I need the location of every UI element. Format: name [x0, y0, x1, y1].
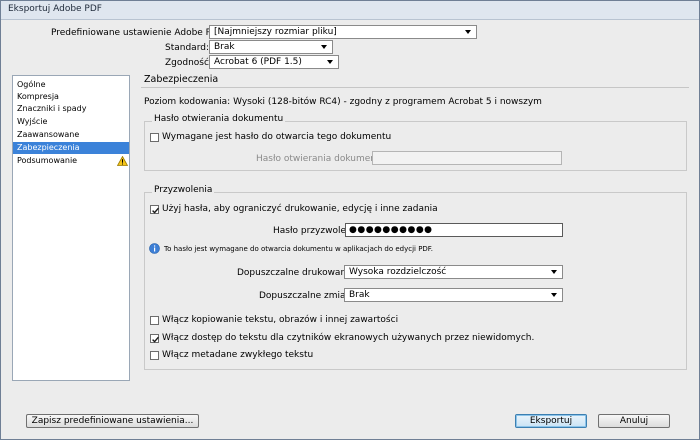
printing-label: Dopuszczalne drukowanie: — [237, 268, 358, 278]
changes-value: Brak — [349, 290, 370, 300]
warning-icon — [117, 156, 128, 166]
printing-dropdown[interactable]: Wysoka rozdzielczość — [344, 265, 563, 279]
sidebar-item-label: Kompresja — [17, 92, 59, 101]
permissions-password-label: Hasło przyzwoleń: — [273, 226, 355, 236]
use-permissions-password-checkbox[interactable] — [150, 205, 159, 214]
enable-metadata-checkbox[interactable] — [150, 351, 159, 360]
open-password-legend: Hasło otwierania dokumentu — [152, 114, 286, 124]
preset-label: Predefiniowane ustawienie Adobe PDF: — [51, 28, 226, 38]
save-preset-button-label: Zapisz predefiniowane ustawienia... — [31, 416, 194, 426]
section-title: Zabezpieczenia — [144, 74, 219, 85]
use-permissions-password-label: Użyj hasła, aby ograniczyć drukowanie, e… — [162, 204, 438, 214]
sidebar-item-output[interactable]: Wyjście — [13, 116, 129, 128]
checkmark-icon — [152, 207, 159, 214]
compat-value: Acrobat 6 (PDF 1.5) — [214, 57, 302, 67]
sidebar-item-label: Znaczniki i spady — [17, 104, 87, 113]
standard-label: Standard: — [165, 43, 209, 53]
export-button[interactable]: Eksportuj — [515, 414, 587, 428]
open-password-field[interactable] — [372, 151, 562, 165]
export-pdf-dialog: Eksportuj Adobe PDF Predefiniowane ustaw… — [0, 0, 700, 440]
compat-dropdown[interactable]: Acrobat 6 (PDF 1.5) — [209, 55, 339, 69]
preset-value: [Najmniejszy rozmiar pliku] — [214, 27, 337, 37]
open-password-field-label: Hasło otwierania dokumentu: — [256, 154, 389, 164]
compat-label: Zgodność: — [165, 58, 212, 68]
enable-copying-checkbox[interactable] — [150, 316, 159, 325]
require-open-password-label: Wymagane jest hasło do otwarcia tego dok… — [162, 132, 392, 142]
cancel-button-label: Anuluj — [619, 416, 649, 426]
permissions-legend: Przyzwolenia — [152, 185, 215, 195]
permissions-group — [144, 192, 687, 370]
info-icon — [149, 243, 160, 254]
sidebar-item-label: Ogólne — [17, 80, 46, 89]
sidebar-item-label: Podsumowanie — [17, 156, 78, 165]
standard-dropdown[interactable]: Brak — [209, 40, 333, 54]
sidebar-item-advanced[interactable]: Zaawansowane — [13, 129, 129, 141]
window-title: Eksportuj Adobe PDF — [8, 4, 102, 14]
enable-screenreader-checkbox[interactable] — [150, 334, 159, 343]
chevron-down-icon — [551, 293, 557, 297]
chevron-down-icon — [327, 60, 333, 64]
checkmark-icon — [152, 336, 159, 343]
sidebar-item-label: Wyjście — [17, 117, 48, 126]
permissions-password-field[interactable]: ●●●●●●●●●● — [345, 223, 563, 237]
sidebar-item-summary[interactable]: Podsumowanie — [13, 155, 129, 167]
permissions-password-value: ●●●●●●●●●● — [349, 225, 433, 235]
changes-dropdown[interactable]: Brak — [344, 288, 563, 302]
title-bar: Eksportuj Adobe PDF — [1, 1, 699, 20]
cancel-button[interactable]: Anuluj — [598, 414, 670, 428]
sidebar-item-marks-bleeds[interactable]: Znaczniki i spady — [13, 103, 129, 115]
require-open-password-checkbox[interactable] — [150, 133, 159, 142]
export-button-label: Eksportuj — [529, 416, 573, 426]
sidebar-item-security[interactable]: Zabezpieczenia — [13, 142, 129, 154]
sidebar-item-label: Zaawansowane — [17, 130, 80, 139]
save-preset-button[interactable]: Zapisz predefiniowane ustawienia... — [26, 414, 199, 428]
permissions-info-text: To hasło jest wymagane do otwarcia dokum… — [164, 245, 433, 253]
printing-value: Wysoka rozdzielczość — [349, 267, 447, 277]
standard-value: Brak — [214, 42, 235, 52]
chevron-down-icon — [551, 270, 557, 274]
enable-copying-label: Włącz kopiowanie tekstu, obrazów i innej… — [162, 315, 399, 325]
enable-metadata-label: Włącz metadane zwykłego tekstu — [162, 350, 314, 360]
sidebar-item-general[interactable]: Ogólne — [13, 79, 129, 91]
chevron-down-icon — [321, 45, 327, 49]
section-divider — [141, 87, 689, 88]
encryption-level-text: Poziom kodowania: Wysoki (128-bitów RC4)… — [144, 97, 542, 107]
enable-screenreader-label: Włącz dostęp do tekstu dla czytników ekr… — [162, 333, 535, 343]
chevron-down-icon — [465, 30, 471, 34]
preset-dropdown[interactable]: [Najmniejszy rozmiar pliku] — [209, 25, 477, 39]
category-list: Ogólne Kompresja Znaczniki i spady Wyjśc… — [12, 75, 130, 381]
sidebar-item-compression[interactable]: Kompresja — [13, 91, 129, 103]
sidebar-item-label: Zabezpieczenia — [17, 143, 80, 152]
